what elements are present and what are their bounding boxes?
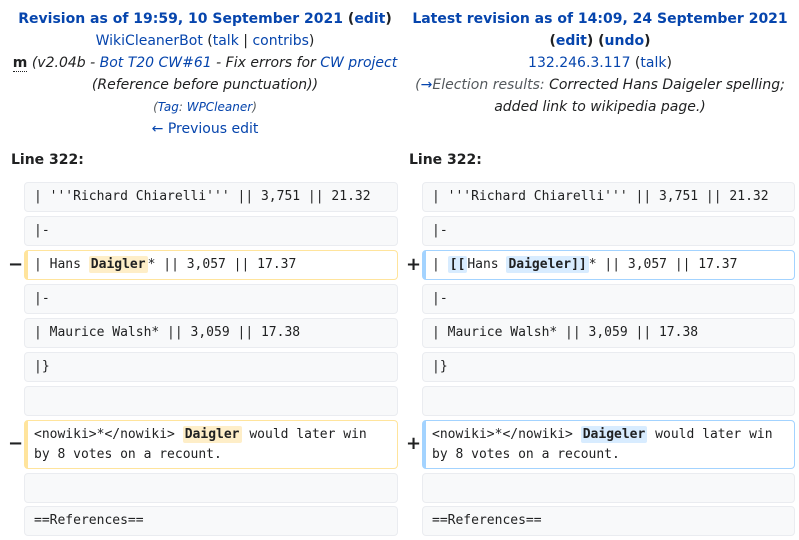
old-talk-link[interactable]: talk (213, 33, 239, 49)
diff-context-left: |- (24, 216, 398, 246)
new-edit-summary: (→Election results: Corrected Hans Daige… (415, 77, 785, 115)
diff-context-left: | '''Richard Chiarelli''' || 3,751 || 21… (24, 182, 398, 212)
deleted-line-marker: − (8, 254, 24, 275)
new-talk-link[interactable]: talk (640, 55, 666, 71)
old-edit-summary: m (v2.04b - Bot T20 CW#61 - Fix errors f… (10, 52, 400, 96)
section-arrow-link[interactable]: → (421, 77, 433, 93)
added-text: | (432, 257, 448, 272)
added-line-marker: + (406, 254, 422, 275)
added-word: [[ (447, 256, 468, 273)
diff-context-right: | '''Richard Chiarelli''' || 3,751 || 21… (422, 182, 795, 212)
new-revision-user: 132.246.3.117 (talk) (528, 55, 672, 71)
previous-edit-link[interactable]: ← Previous edit (152, 121, 259, 137)
old-revision-user: WikiCleanerBot (talk | contribs) (95, 33, 315, 49)
added-text: Hans (467, 257, 507, 272)
new-revision-title: Latest revision as of 14:09, 24 Septembe… (412, 11, 788, 49)
old-revision-link[interactable]: Revision as of 19:59, 10 September 2021 (18, 11, 343, 27)
deleted-word: Daigler (88, 256, 148, 273)
new-revision-header: Latest revision as of 14:09, 24 Septembe… (404, 8, 796, 118)
diff-context-left: |- (24, 284, 398, 314)
old-revision-title: Revision as of 19:59, 10 September 2021 … (18, 11, 392, 27)
old-contribs-link[interactable]: contribs (252, 33, 308, 49)
new-user-link[interactable]: 132.246.3.117 (528, 55, 630, 71)
diff-context-right (422, 473, 795, 503)
new-revision-link[interactable]: Latest revision as of 14:09, 24 Septembe… (412, 11, 787, 27)
diff-deleted-line: | Hans Daigler * || 3,057 || 17.37 (24, 250, 398, 280)
diff-context-right (422, 386, 795, 416)
diff-context-left: |} (24, 352, 398, 382)
diff-context-right: |} (422, 352, 795, 382)
section-name: Election results: (432, 77, 545, 93)
diff-context-right: ==References== (422, 506, 795, 536)
deleted-word: Daigler (182, 426, 242, 443)
old-revision-header: Revision as of 19:59, 10 September 2021 … (10, 8, 400, 140)
deleted-line-marker: − (8, 433, 24, 454)
diff-context-right: | Maurice Walsh* || 3,059 || 17.38 (422, 318, 795, 348)
added-line-marker: + (406, 433, 422, 454)
old-user-link[interactable]: WikiCleanerBot (96, 33, 203, 49)
added-text: * || 3,057 || 17.37 (588, 257, 738, 272)
deleted-text: * || 3,057 || 17.37 (147, 257, 297, 272)
tag-label-link[interactable]: Tag (158, 100, 179, 114)
diff-context-right: |- (422, 216, 795, 246)
added-word: Daigeler]] (506, 256, 589, 273)
diff-context-left: | Maurice Walsh* || 3,059 || 17.38 (24, 318, 398, 348)
diff-context-left (24, 386, 398, 416)
summary-bot-link[interactable]: Bot T20 CW#61 (100, 55, 212, 71)
diff-added-line: | [[Hans Daigeler]] * || 3,057 || 17.37 (422, 250, 795, 280)
summary-mid: - Fix errors for (211, 55, 321, 71)
minor-edit-flag: m (12, 55, 28, 72)
old-revision-tags: (Tag: WPCleaner) (153, 100, 257, 114)
new-line-number: Line 322: (409, 152, 482, 168)
summary-version: (v2.04b - (31, 55, 100, 71)
old-line-number: Line 322: (11, 152, 84, 168)
deleted-text: | Hans (34, 257, 89, 272)
diff-context-left (24, 473, 398, 503)
diff-deleted-line: <nowiki>*</nowiki> Daigler would later w… (24, 420, 398, 469)
diff-added-line: <nowiki>*</nowiki> Daigeler would later … (422, 420, 795, 469)
summary-end: (Reference before punctuation)) (91, 77, 319, 93)
diff-context-left: ==References== (24, 506, 398, 536)
new-edit-link[interactable]: edit (556, 33, 587, 49)
previous-edit-row: ← Previous edit (10, 118, 400, 140)
deleted-text: <nowiki>*</nowiki> (34, 427, 183, 442)
old-edit-link[interactable]: edit (354, 11, 385, 27)
diff-context-right: |- (422, 284, 795, 314)
added-word: Daigeler (580, 426, 648, 443)
tag-wpcleaner-link[interactable]: WPCleaner (187, 100, 252, 114)
undo-link[interactable]: undo (605, 33, 645, 49)
added-text: <nowiki>*</nowiki> (432, 427, 581, 442)
summary-cw-link[interactable]: CW project (320, 55, 397, 71)
